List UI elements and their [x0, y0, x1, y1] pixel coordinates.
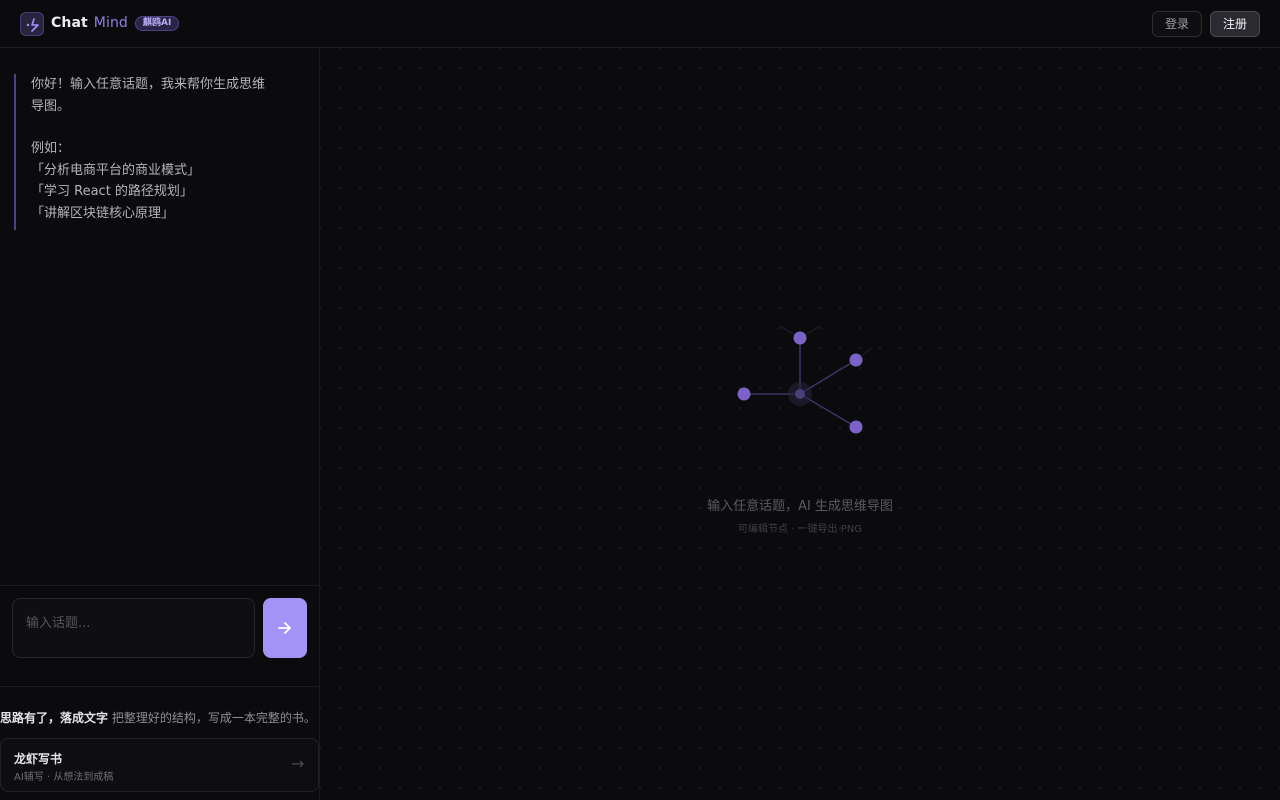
top-bar: Chat Mind 麒鸥AI 登录 注册 [0, 0, 1280, 48]
example-item: 「讲解区块链核心原理」 [31, 205, 175, 221]
example-item: 「分析电商平台的商业模式」 [31, 162, 201, 178]
app-name: Chat Mind [51, 15, 128, 31]
login-button[interactable]: 登录 [1152, 11, 1202, 37]
promo-card-title: 龙虾写书 [14, 752, 63, 766]
mindmap-canvas[interactable]: 输入任意话题，AI 生成思维导图 可编辑节点 · 一键导出 PNG [320, 48, 1280, 800]
brand-chat: Chat [51, 15, 88, 31]
promo-text-strong: 思路有了，落成文字 [0, 711, 109, 725]
greeting-line: 你好！输入任意话题，我来帮你生成思维 [31, 77, 266, 92]
example-item: 「学习 React 的路径规划」 [31, 184, 193, 199]
ai-badge: 麒鸥AI [135, 16, 180, 31]
mindmap-placeholder-graphic [737, 325, 873, 434]
chat-sidebar: 你好！输入任意话题，我来帮你生成思维 导图。 例如： 「分析电商平台的商业模式」… [0, 48, 320, 800]
empty-state-subtitle: 可编辑节点 · 一键导出 PNG [738, 524, 862, 535]
brand-mind: Mind [93, 15, 128, 31]
send-button[interactable] [263, 598, 307, 658]
greeting-line: 导图。 [31, 98, 71, 114]
welcome-message: 你好！输入任意话题，我来帮你生成思维 导图。 例如： 「分析电商平台的商业模式」… [14, 74, 284, 230]
sparkle-icon [26, 18, 39, 32]
app-logo[interactable] [20, 12, 44, 36]
signup-button[interactable]: 注册 [1210, 11, 1260, 37]
examples-heading: 例如： [31, 141, 71, 156]
book-writing-card[interactable]: 龙虾写书 AI辅写 · 从想法到成稿 → [0, 738, 319, 792]
empty-state-title: 输入任意话题，AI 生成思维导图 [707, 499, 893, 514]
topic-input[interactable] [12, 598, 255, 658]
composer [0, 585, 319, 687]
promo-text: 思路有了，落成文字 把整理好的结构，写成一本完整的书。 [0, 709, 319, 726]
arrow-right-icon [278, 622, 291, 634]
promo-card-subtitle: AI辅写 · 从想法到成稿 [14, 772, 114, 783]
arrow-right-icon: → [291, 754, 305, 773]
promo-text-rest: 把整理好的结构，写成一本完整的书。 [108, 711, 316, 725]
